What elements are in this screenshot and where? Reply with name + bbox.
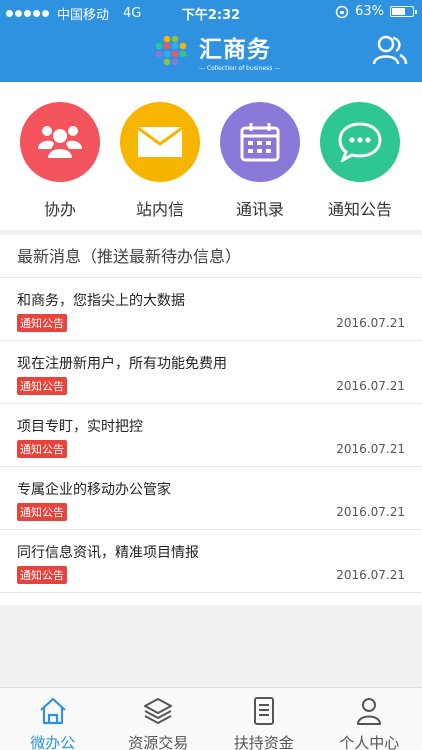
news-item-tag: 通知公告 — [17, 566, 67, 584]
logo-mark-icon — [155, 35, 187, 66]
news-item-title: 现在注册新用户，所有功能免费用 — [17, 356, 227, 372]
news-item-date: 2016.07.21 — [336, 379, 405, 393]
app-grid: 协办 站内信 通讯录 通知公告 — [0, 82, 422, 230]
app-inbox[interactable]: 站内信 — [118, 102, 202, 220]
document-icon — [253, 697, 274, 725]
app-label: 通讯录 — [235, 200, 284, 219]
news-item-date: 2016.07.21 — [336, 316, 405, 330]
tab-label: 资源交易 — [128, 734, 189, 750]
app-label: 站内信 — [135, 200, 184, 219]
news-item-tag: 通知公告 — [17, 314, 67, 332]
app-logo: 汇商务 — Collection of business — — [153, 30, 280, 72]
news-section-title: 最新消息（推送最新待办信息） — [0, 235, 422, 278]
status-bar: 中国移动 4G 下午2:32 63% — [0, 0, 422, 23]
tab-resources[interactable]: 资源交易 — [106, 688, 212, 750]
news-item-tag: 通知公告 — [17, 440, 67, 458]
home-icon — [40, 697, 66, 725]
app-notices[interactable]: 通知公告 — [318, 102, 402, 220]
app-circle — [220, 102, 300, 182]
rotation-lock-icon — [335, 5, 349, 18]
status-right: 63% — [335, 4, 417, 19]
news-item[interactable]: 和商务，您指尖上的大数据 通知公告 2016.07.21 — [0, 278, 422, 341]
news-section: 最新消息（推送最新待办信息） 和商务，您指尖上的大数据 通知公告 2016.07… — [0, 235, 422, 605]
news-item[interactable]: 现在注册新用户，所有功能免费用 通知公告 2016.07.21 — [0, 341, 422, 404]
news-item-title: 项目专盯，实时把控 — [17, 419, 143, 435]
battery-icon — [390, 6, 417, 17]
news-item-date: 2016.07.21 — [336, 505, 405, 519]
calendar-icon — [240, 123, 280, 162]
app-label: 协办 — [43, 200, 76, 219]
tab-bar: 微办公 资源交易 扶持资金 个人中心 — [0, 687, 422, 750]
contacts-icon[interactable] — [372, 34, 408, 66]
news-item-date: 2016.07.21 — [336, 442, 405, 456]
tab-office[interactable]: 微办公 — [0, 688, 106, 750]
tab-label: 个人中心 — [339, 734, 400, 750]
tab-funding[interactable]: 扶持资金 — [211, 688, 317, 750]
news-item-title: 和商务，您指尖上的大数据 — [17, 293, 185, 309]
news-item[interactable]: 专属企业的移动办公管家 通知公告 2016.07.21 — [0, 467, 422, 530]
news-item-tag: 通知公告 — [17, 503, 67, 521]
tab-label: 微办公 — [30, 734, 76, 750]
news-item[interactable]: 同行信息资讯，精准项目情报 通知公告 2016.07.21 — [0, 530, 422, 593]
news-item-title: 专属企业的移动办公管家 — [17, 482, 171, 498]
app-collab[interactable]: 协办 — [18, 102, 102, 220]
news-item-tag: 通知公告 — [17, 377, 67, 395]
app-circle — [120, 102, 200, 182]
app-circle — [20, 102, 100, 182]
app-name: 汇商务 — [199, 37, 271, 63]
app-header: 中国移动 4G 下午2:32 63% 汇商务 — Collection of b… — [0, 0, 422, 82]
people-icon — [38, 126, 82, 158]
news-item[interactable]: 项目专盯，实时把控 通知公告 2016.07.21 — [0, 404, 422, 467]
battery-percent: 63% — [355, 4, 384, 19]
app-tagline: — Collection of business — — [199, 65, 281, 72]
mail-icon — [138, 127, 182, 157]
app-contacts[interactable]: 通讯录 — [218, 102, 302, 220]
tab-profile[interactable]: 个人中心 — [317, 688, 422, 750]
app-circle — [320, 102, 400, 182]
tab-label: 扶持资金 — [233, 734, 294, 750]
chat-icon — [338, 122, 382, 162]
layers-icon — [144, 698, 173, 724]
person-icon — [357, 698, 382, 725]
news-item-date: 2016.07.21 — [336, 568, 405, 582]
app-label: 通知公告 — [327, 200, 392, 219]
news-item-title: 同行信息资讯，精准项目情报 — [17, 545, 199, 561]
